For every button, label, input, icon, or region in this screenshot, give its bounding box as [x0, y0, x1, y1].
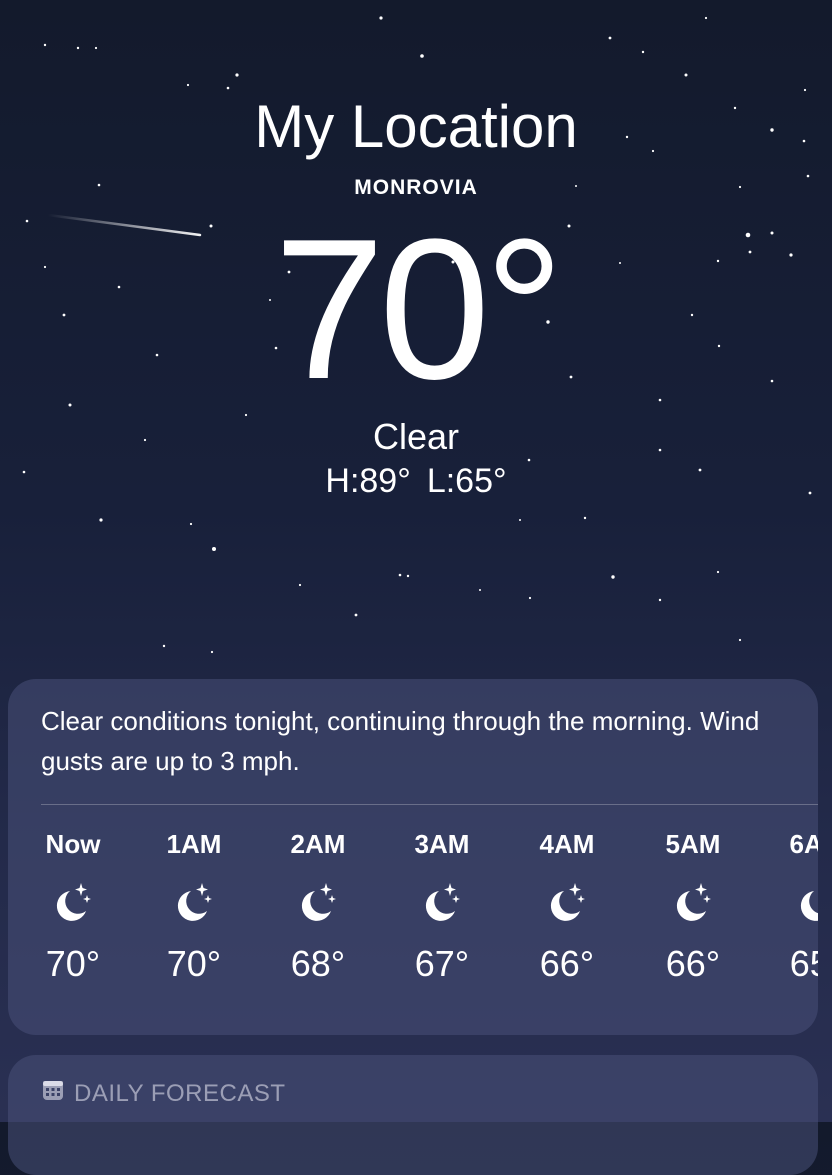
calendar-icon	[42, 1079, 64, 1108]
hour-item[interactable]: 2AM 68°	[273, 829, 363, 985]
hour-item[interactable]: 1AM 70°	[149, 829, 239, 985]
hour-temperature: 70°	[166, 943, 222, 984]
high-low-temperatures: H:89° L:65°	[0, 462, 832, 501]
hour-time: Now	[45, 829, 101, 859]
daily-forecast-label: DAILY FORECAST	[74, 1079, 286, 1107]
hour-temperature: 68°	[290, 943, 346, 984]
hourly-forecast-card[interactable]: Clear conditions tonight, continuing thr…	[8, 679, 818, 1035]
moon-stars-icon	[273, 873, 363, 933]
current-temperature: 70°	[273, 198, 564, 421]
moon-stars-icon	[522, 873, 612, 933]
hour-item[interactable]: Now 70°	[28, 829, 118, 985]
hour-temperature: 70°	[45, 943, 101, 984]
daily-forecast-header: DAILY FORECAST	[42, 1079, 286, 1108]
hour-item[interactable]: 6AM 65°	[772, 829, 818, 985]
current-condition: Clear	[372, 416, 460, 457]
card-divider	[41, 804, 818, 805]
hour-time: 2AM	[290, 829, 346, 859]
hour-temperature: 65°	[789, 943, 818, 984]
high-temperature: H:89°	[325, 462, 411, 500]
hour-temperature: 66°	[665, 943, 721, 984]
moon-stars-icon	[772, 873, 818, 933]
location-city: MONROVIA	[354, 176, 478, 199]
forecast-summary: Clear conditions tonight, continuing thr…	[41, 706, 760, 776]
moon-stars-icon	[28, 873, 118, 933]
low-temperature: L:65°	[426, 462, 507, 500]
hour-item[interactable]: 5AM 66°	[648, 829, 738, 985]
hour-item[interactable]: 3AM 67°	[397, 829, 487, 985]
moon-stars-icon	[648, 873, 738, 933]
hour-temperature: 67°	[414, 943, 470, 984]
hour-time: 5AM	[665, 829, 721, 859]
moon-stars-icon	[149, 873, 239, 933]
hour-time: 3AM	[414, 829, 470, 859]
hour-item[interactable]: 4AM 66°	[522, 829, 612, 985]
daily-forecast-card[interactable]: DAILY FORECAST	[8, 1055, 818, 1175]
location-title: My Location	[254, 93, 578, 160]
hour-temperature: 66°	[539, 943, 595, 984]
moon-stars-icon	[397, 873, 487, 933]
hour-time: 6AM	[789, 829, 818, 859]
hour-time: 4AM	[539, 829, 595, 859]
hour-time: 1AM	[166, 829, 222, 859]
